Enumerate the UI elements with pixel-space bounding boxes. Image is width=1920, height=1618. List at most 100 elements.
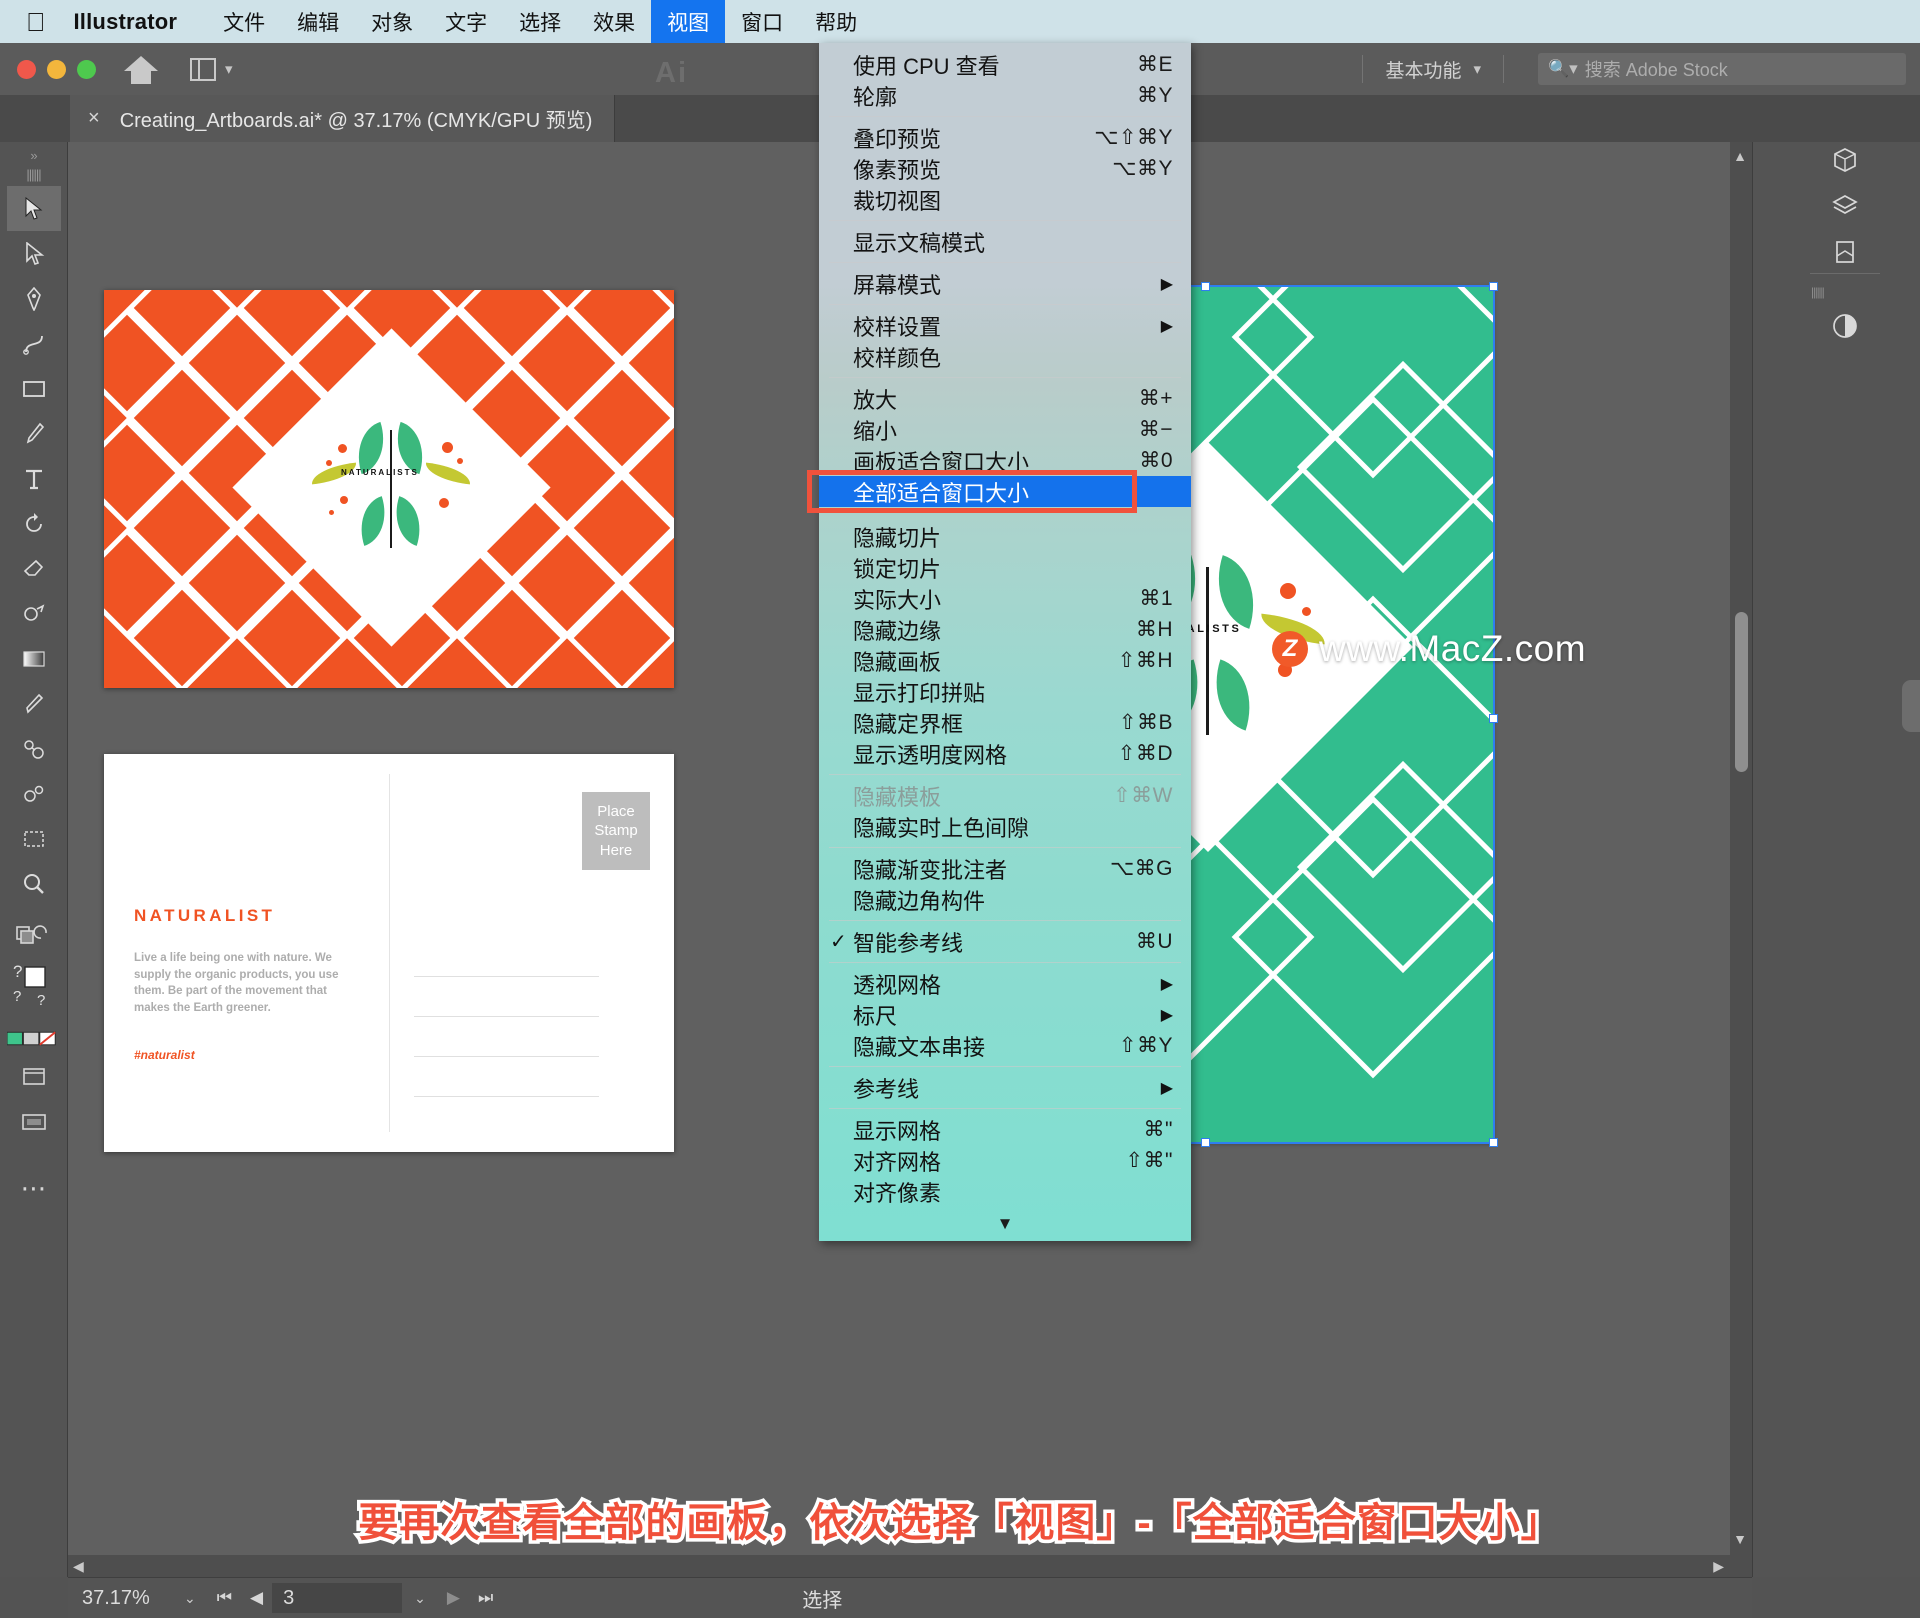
- artboard-tool[interactable]: [7, 816, 61, 861]
- menu-item-guides[interactable]: 参考线 ▶: [819, 1072, 1191, 1103]
- rotate-tool[interactable]: [7, 501, 61, 546]
- menu-item-perspective-grid[interactable]: 透视网格 ▶: [819, 968, 1191, 999]
- menubar-item-object[interactable]: 对象: [355, 0, 429, 43]
- document-tab[interactable]: × Creating_Artboards.ai* @ 37.17% (CMYK/…: [70, 95, 616, 142]
- adobe-stock-search-input[interactable]: 🔍▾ 搜索 Adobe Stock: [1538, 53, 1906, 85]
- apple-logo-icon[interactable]: : [26, 9, 46, 35]
- 3d-panel-icon[interactable]: [1824, 139, 1866, 181]
- artboard-dropdown-icon[interactable]: ⌄: [402, 1590, 438, 1607]
- last-artboard-icon[interactable]: ⏭: [469, 1588, 502, 1608]
- change-screen-mode-icon[interactable]: [7, 1099, 61, 1144]
- menu-item-presentation-mode[interactable]: 显示文稿模式: [819, 226, 1191, 257]
- layers-panel-icon[interactable]: [1824, 185, 1866, 227]
- menu-item-outline[interactable]: 轮廓 ⌘Y: [819, 80, 1191, 111]
- minimize-window-button[interactable]: [47, 59, 66, 79]
- scroll-right-icon[interactable]: ▶: [1713, 1558, 1724, 1575]
- menu-item-pixel-preview[interactable]: 像素预览 ⌥⌘Y: [819, 153, 1191, 184]
- layout-switch-button[interactable]: ▾: [190, 57, 233, 81]
- menu-item-show-transparency-grid[interactable]: 显示透明度网格 ⇧⌘D: [819, 738, 1191, 769]
- menu-item-hide-artboards[interactable]: 隐藏画板 ⇧⌘H: [819, 645, 1191, 676]
- maximize-window-button[interactable]: [77, 59, 96, 79]
- menu-item-rulers[interactable]: 标尺 ▶: [819, 999, 1191, 1030]
- menu-item-lock-slices[interactable]: 锁定切片: [819, 552, 1191, 583]
- menu-item-proof-setup[interactable]: 校样设置 ▶: [819, 310, 1191, 341]
- menu-item-zoom-out[interactable]: 缩小 ⌘−: [819, 414, 1191, 445]
- menu-item-zoom-in[interactable]: 放大 ⌘+: [819, 383, 1191, 414]
- selection-tool[interactable]: [6, 186, 61, 231]
- pen-tool[interactable]: [7, 276, 61, 321]
- panel-drag-handle[interactable]: ||||||: [26, 167, 41, 182]
- menubar-item-effect[interactable]: 效果: [577, 0, 651, 43]
- menubar-item-type[interactable]: 文字: [429, 0, 503, 43]
- menu-item-proof-colors[interactable]: 校样颜色: [819, 341, 1191, 372]
- zoom-level-field[interactable]: 37.17%: [68, 1578, 172, 1618]
- first-artboard-icon[interactable]: ⏮: [208, 1588, 241, 1608]
- menu-scroll-down-icon[interactable]: ▼: [819, 1207, 1191, 1241]
- menu-item-show-grid[interactable]: 显示网格 ⌘": [819, 1114, 1191, 1145]
- paintbrush-tool[interactable]: [7, 411, 61, 456]
- menu-item-hide-gradient-annotator[interactable]: 隐藏渐变批注者 ⌥⌘G: [819, 853, 1191, 884]
- next-artboard-icon[interactable]: ▶: [438, 1588, 469, 1608]
- symbol-sprayer-tool[interactable]: [7, 771, 61, 816]
- panel-flyout-handle[interactable]: [1902, 680, 1920, 732]
- menu-item-hide-bounding-box[interactable]: 隐藏定界框 ⇧⌘B: [819, 707, 1191, 738]
- menu-item-hide-slices[interactable]: 隐藏切片: [819, 521, 1191, 552]
- menubar-item-edit[interactable]: 编辑: [281, 0, 355, 43]
- edit-toolbar-button[interactable]: [7, 916, 61, 954]
- blend-tool[interactable]: [7, 726, 61, 771]
- prev-artboard-icon[interactable]: ◀: [241, 1588, 272, 1608]
- menubar-item-select[interactable]: 选择: [503, 0, 577, 43]
- menu-item-hide-edges[interactable]: 隐藏边缘 ⌘H: [819, 614, 1191, 645]
- menu-item-hide-live-paint-gaps[interactable]: 隐藏实时上色间隙: [819, 811, 1191, 842]
- workspace-switcher[interactable]: 基本功能 ▾: [1385, 56, 1481, 83]
- color-mode-swatches[interactable]: [6, 1024, 61, 1054]
- zoom-dropdown-icon[interactable]: ⌄: [172, 1590, 208, 1607]
- curvature-tool[interactable]: [7, 321, 61, 366]
- appearance-panel-icon[interactable]: [1824, 305, 1866, 347]
- home-icon[interactable]: [124, 54, 158, 84]
- eraser-tool[interactable]: [7, 546, 61, 591]
- close-icon[interactable]: ×: [88, 107, 100, 130]
- menu-item-screen-mode[interactable]: 屏幕模式 ▶: [819, 268, 1191, 299]
- menu-item-fit-artboard-in-window[interactable]: 画板适合窗口大小 ⌘0: [819, 445, 1191, 476]
- menubar-item-view[interactable]: 视图: [651, 0, 726, 43]
- artboard-2-postcard[interactable]: NATURALIST Live a life being one with na…: [104, 754, 674, 1152]
- menu-item-snap-to-pixel[interactable]: 对齐像素: [819, 1176, 1191, 1207]
- artboard-number-field[interactable]: 3: [272, 1583, 403, 1613]
- menu-item-trim-view[interactable]: 裁切视图: [819, 184, 1191, 215]
- menu-item-fit-all-in-window[interactable]: 全部适合窗口大小: [807, 470, 1191, 513]
- direct-selection-tool[interactable]: [7, 231, 61, 276]
- menubar-item-help[interactable]: 帮助: [799, 0, 873, 43]
- menubar-item-window[interactable]: 窗口: [725, 0, 799, 43]
- menu-item-hide-corner-widget[interactable]: 隐藏边角构件: [819, 884, 1191, 915]
- rectangle-tool[interactable]: [7, 366, 61, 411]
- scroll-up-icon[interactable]: ▲: [1733, 148, 1747, 164]
- panel-drag-handle[interactable]: ||||||: [1811, 285, 1825, 299]
- menu-item-hide-text-threads[interactable]: 隐藏文本串接 ⇧⌘Y: [819, 1030, 1191, 1061]
- scroll-left-icon[interactable]: ◀: [73, 1558, 84, 1575]
- status-mode-label[interactable]: 选择: [802, 1584, 842, 1613]
- menu-item-view-using-cpu[interactable]: 使用 CPU 查看 ⌘E: [819, 49, 1191, 80]
- screen-mode-icon[interactable]: [7, 1054, 61, 1099]
- menu-item-show-print-tiling[interactable]: 显示打印拼贴: [819, 676, 1191, 707]
- artboards-panel-icon[interactable]: [1824, 231, 1866, 273]
- view-dropdown-menu[interactable]: 使用 CPU 查看 ⌘E 轮廓 ⌘Y 叠印预览 ⌥⇧⌘Y 像素预览 ⌥⌘Y 裁切…: [807, 43, 1191, 1241]
- menu-item-actual-size[interactable]: 实际大小 ⌘1: [819, 583, 1191, 614]
- zoom-tool[interactable]: [7, 861, 61, 906]
- panel-grip[interactable]: »: [30, 148, 37, 163]
- fill-stroke-swatch[interactable]: ? ? ?: [7, 954, 61, 1024]
- shape-builder-tool[interactable]: [7, 591, 61, 636]
- menubar-item-file[interactable]: 文件: [207, 0, 281, 43]
- more-tools-button[interactable]: ⋯: [7, 1166, 61, 1211]
- eyedropper-tool[interactable]: [7, 681, 61, 726]
- type-tool[interactable]: [7, 456, 61, 501]
- close-window-button[interactable]: [17, 59, 36, 79]
- vertical-scrollbar-thumb[interactable]: [1735, 612, 1748, 772]
- vertical-scrollbar[interactable]: ▲ ▼: [1730, 142, 1752, 1577]
- menu-item-snap-to-grid[interactable]: 对齐网格 ⇧⌘": [819, 1145, 1191, 1176]
- artboard-1-orange[interactable]: NATURALISTS: [104, 290, 674, 688]
- menu-item-smart-guides[interactable]: ✓ 智能参考线 ⌘U: [819, 926, 1191, 957]
- horizontal-scrollbar[interactable]: ◀ ▶: [68, 1555, 1752, 1577]
- menu-item-overprint-preview[interactable]: 叠印预览 ⌥⇧⌘Y: [819, 122, 1191, 153]
- gradient-tool[interactable]: [7, 636, 61, 681]
